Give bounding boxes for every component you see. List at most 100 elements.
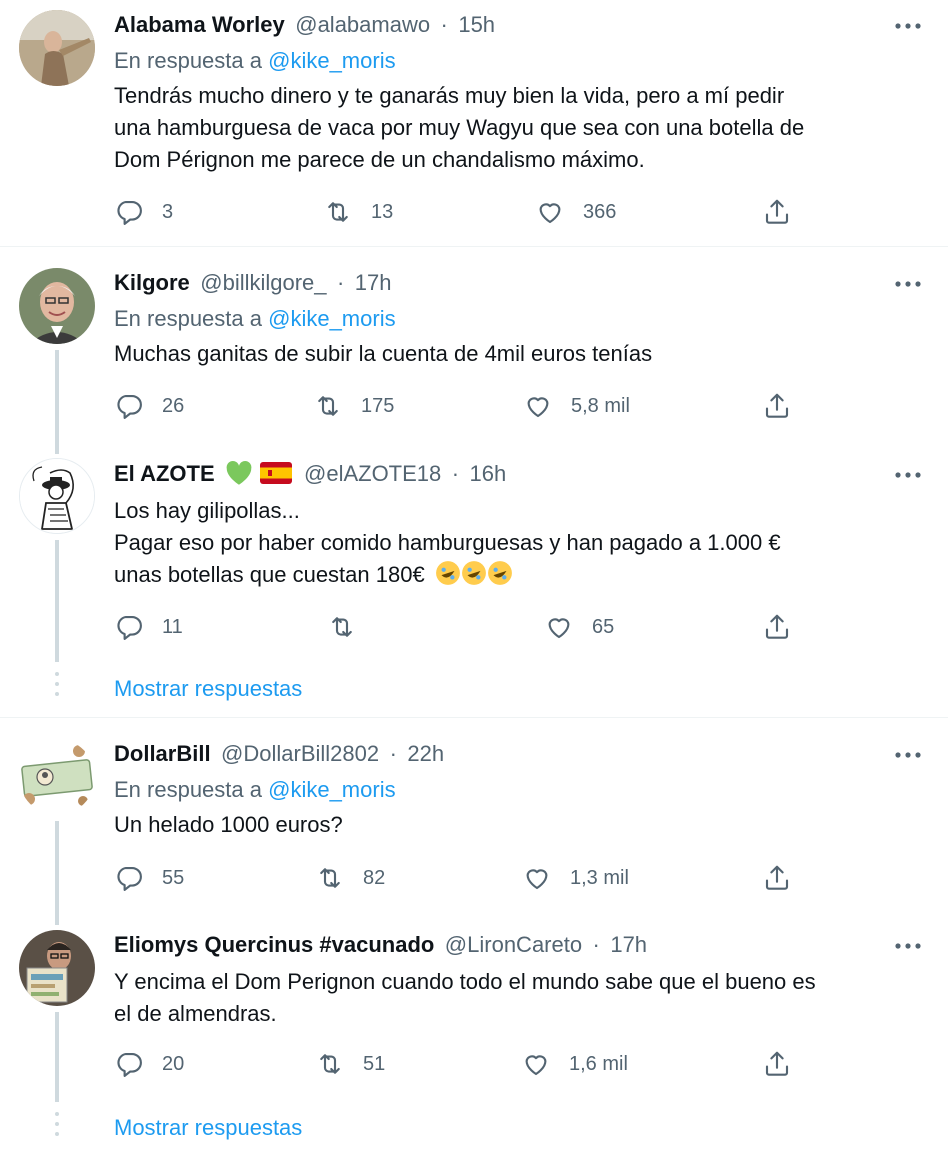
user-handle[interactable]: @alabamawo [295, 12, 430, 37]
reply-mention-link[interactable]: @kike_moris [268, 306, 395, 331]
share-button[interactable] [762, 389, 810, 423]
reply-icon [117, 866, 142, 891]
tweet-actions: 3 13 366 [114, 195, 804, 229]
spain-flag-icon [259, 462, 292, 484]
share-button[interactable] [762, 861, 810, 895]
more-options-icon[interactable] [894, 12, 922, 40]
reply-context: En respuesta a @kike_moris [114, 46, 396, 76]
share-icon [765, 1051, 789, 1076]
avatar[interactable] [19, 268, 95, 344]
tweet-text: Un helado 1000 euros? [114, 809, 929, 841]
tweet-text-line: Y encima el Dom Perignon cuando todo el … [114, 969, 816, 994]
retweet-icon [318, 396, 338, 416]
reply-mention-link[interactable]: @kike_moris [268, 777, 395, 802]
display-name[interactable]: DollarBill [114, 741, 211, 766]
more-options-icon[interactable] [894, 741, 922, 769]
like-count: 5,8 mil [571, 394, 630, 417]
tweet-actions: 55 82 1,3 mil [114, 861, 804, 895]
avatar[interactable] [19, 739, 95, 815]
like-button[interactable]: 1,6 mil [521, 1047, 628, 1081]
retweet-icon [320, 868, 340, 888]
reply-icon [117, 1052, 142, 1077]
reply-icon [117, 615, 142, 640]
tweet-text-line: Pagar eso por haber comido hamburguesas … [114, 530, 781, 555]
like-button[interactable]: 1,3 mil [522, 861, 629, 895]
user-handle[interactable]: @billkilgore_ [200, 270, 326, 295]
rolling-laughing-emoji-icon [461, 561, 486, 585]
share-icon [765, 614, 789, 639]
like-button[interactable]: 65 [544, 610, 614, 644]
separator-dot: · [336, 270, 345, 295]
user-handle[interactable]: @DollarBill2802 [221, 741, 379, 766]
more-options-icon[interactable] [894, 932, 922, 960]
like-count: 1,6 mil [569, 1052, 628, 1075]
display-name[interactable]: Alabama Worley [114, 12, 285, 37]
timestamp[interactable]: 17h [355, 270, 392, 295]
display-name[interactable]: Eliomys Quercinus #vacunado [114, 932, 434, 957]
reply-icon [117, 394, 142, 419]
thread-dots [55, 1112, 59, 1142]
retweet-button[interactable]: 175 [313, 389, 394, 423]
divider [0, 717, 948, 718]
tweet-text-fragment: unas botellas que cuestan 180€ [114, 562, 425, 587]
share-button[interactable] [762, 1047, 810, 1081]
retweet-count: 13 [371, 200, 394, 223]
share-button[interactable] [762, 195, 810, 229]
user-handle[interactable]: @elAZOTE18 [304, 461, 441, 486]
heart-icon [548, 618, 570, 639]
user-handle[interactable]: @LironCareto [445, 932, 582, 957]
more-options-icon[interactable] [894, 270, 922, 298]
retweet-count: 82 [363, 866, 386, 889]
heart-icon [539, 203, 561, 224]
like-button[interactable]: 5,8 mil [523, 389, 630, 423]
reply-mention-link[interactable]: @kike_moris [268, 48, 395, 73]
display-name[interactable]: Kilgore [114, 270, 190, 295]
separator-dot: · [440, 12, 448, 37]
reply-button[interactable]: 3 [114, 195, 173, 229]
retweet-button[interactable]: 51 [315, 1047, 385, 1081]
thread-line [55, 540, 59, 662]
reply-prefix: En respuesta a [114, 48, 262, 73]
tweet-header: DollarBill @DollarBill2802 · 22h [114, 739, 450, 769]
tweet-text-line: Los hay gilipollas... [114, 498, 300, 523]
retweet-button[interactable]: 82 [315, 861, 385, 895]
reply-button[interactable]: 11 [114, 610, 183, 644]
reply-button[interactable]: 20 [114, 1047, 184, 1081]
share-button[interactable] [762, 610, 810, 644]
tweet-actions: 26 175 5,8 mil [114, 389, 804, 423]
separator-dot: · [592, 932, 600, 957]
retweet-count: 175 [361, 394, 395, 417]
show-replies-link[interactable]: Mostrar respuestas [114, 674, 302, 704]
reply-prefix: En respuesta a [114, 306, 262, 331]
reply-button[interactable]: 26 [114, 389, 184, 423]
share-icon [765, 199, 789, 224]
tweet-actions: 20 51 1,6 mil [114, 1047, 804, 1081]
timestamp[interactable]: 22h [407, 741, 444, 766]
reply-button[interactable]: 55 [114, 861, 184, 895]
heart-icon [525, 1055, 547, 1076]
reply-count: 11 [162, 615, 183, 638]
tweet-text: Tendrás mucho dinero y te ganarás muy bi… [114, 80, 929, 176]
separator-dot: · [451, 461, 460, 486]
show-replies-link[interactable]: Mostrar respuestas [114, 1113, 302, 1143]
avatar[interactable] [19, 10, 95, 86]
display-name[interactable]: El AZOTE [114, 461, 215, 486]
reply-context: En respuesta a @kike_moris [114, 775, 396, 805]
more-options-icon[interactable] [894, 461, 922, 489]
retweet-button[interactable]: 13 [323, 195, 393, 229]
like-count: 366 [583, 200, 617, 223]
timestamp[interactable]: 17h [610, 932, 647, 957]
avatar[interactable] [19, 458, 95, 534]
share-icon [765, 393, 789, 418]
reply-count: 55 [162, 866, 185, 889]
retweet-button[interactable] [327, 610, 375, 644]
reply-prefix: En respuesta a [114, 777, 262, 802]
timestamp[interactable]: 16h [470, 461, 507, 486]
timestamp[interactable]: 15h [458, 12, 495, 37]
avatar[interactable] [19, 930, 95, 1006]
tweet-text: Muchas ganitas de subir la cuenta de 4mi… [114, 338, 929, 370]
tweet-header: El AZOTE @elAZOTE18 · 16h [114, 459, 512, 489]
heart-icon [526, 869, 548, 890]
rolling-laughing-emoji-icon [487, 561, 512, 585]
like-button[interactable]: 366 [535, 195, 616, 229]
